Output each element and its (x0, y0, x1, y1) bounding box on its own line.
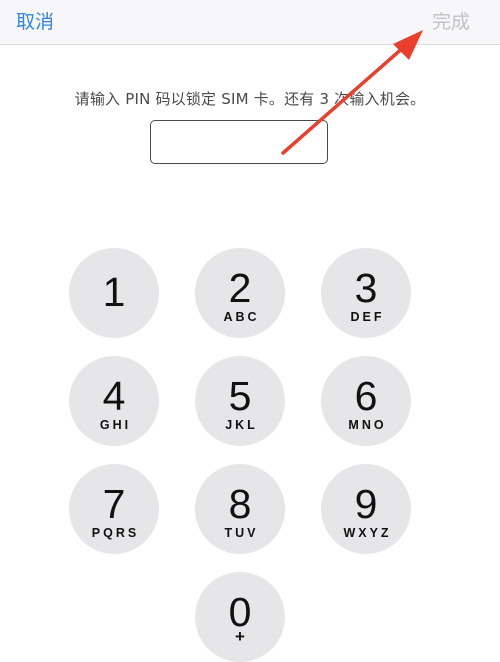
key-digit: 7 (102, 481, 126, 527)
pin-entry-box[interactable] (150, 120, 331, 165)
key-digit: 2 (228, 265, 252, 311)
key-digit: 1 (102, 269, 126, 315)
key-digit: 5 (228, 373, 252, 419)
keypad-key-4[interactable]: 4 GHI (69, 356, 159, 446)
key-letters: MNO (348, 418, 387, 432)
keypad-key-9[interactable]: 9 WXYZ (321, 464, 411, 554)
keypad-key-5[interactable]: 5 JKL (195, 356, 285, 446)
cancel-button[interactable]: 取消 (16, 7, 54, 34)
key-letters: + (235, 627, 245, 646)
key-digit: 3 (354, 265, 378, 311)
key-letters: JKL (225, 418, 258, 432)
key-letters: WXYZ (343, 526, 392, 540)
keypad-key-7[interactable]: 7 PQRS (69, 464, 159, 554)
keypad-key-1[interactable]: 1 (69, 248, 159, 338)
key-letters: DEF (350, 310, 385, 324)
key-letters: PQRS (91, 526, 140, 540)
key-letters: ABC (223, 310, 260, 324)
key-digit: 6 (354, 373, 378, 419)
key-digit: 9 (354, 481, 378, 527)
keypad-key-2[interactable]: 2 ABC (195, 248, 285, 338)
key-letters: GHI (99, 418, 132, 432)
done-button[interactable]: 完成 (432, 7, 470, 34)
pin-input[interactable] (151, 121, 331, 165)
key-digit: 8 (228, 481, 252, 527)
keypad-key-0[interactable]: 0 + (195, 572, 285, 662)
navigation-bar: 取消 完成 (0, 0, 500, 45)
pin-prompt-text: 请输入 PIN 码以锁定 SIM 卡。还有 3 次输入机会。 (74, 90, 426, 108)
key-digit: 4 (102, 373, 126, 419)
keypad-key-6[interactable]: 6 MNO (321, 356, 411, 446)
keypad-key-3[interactable]: 3 DEF (321, 248, 411, 338)
keypad-key-8[interactable]: 8 TUV (195, 464, 285, 554)
key-letters: TUV (224, 526, 259, 540)
